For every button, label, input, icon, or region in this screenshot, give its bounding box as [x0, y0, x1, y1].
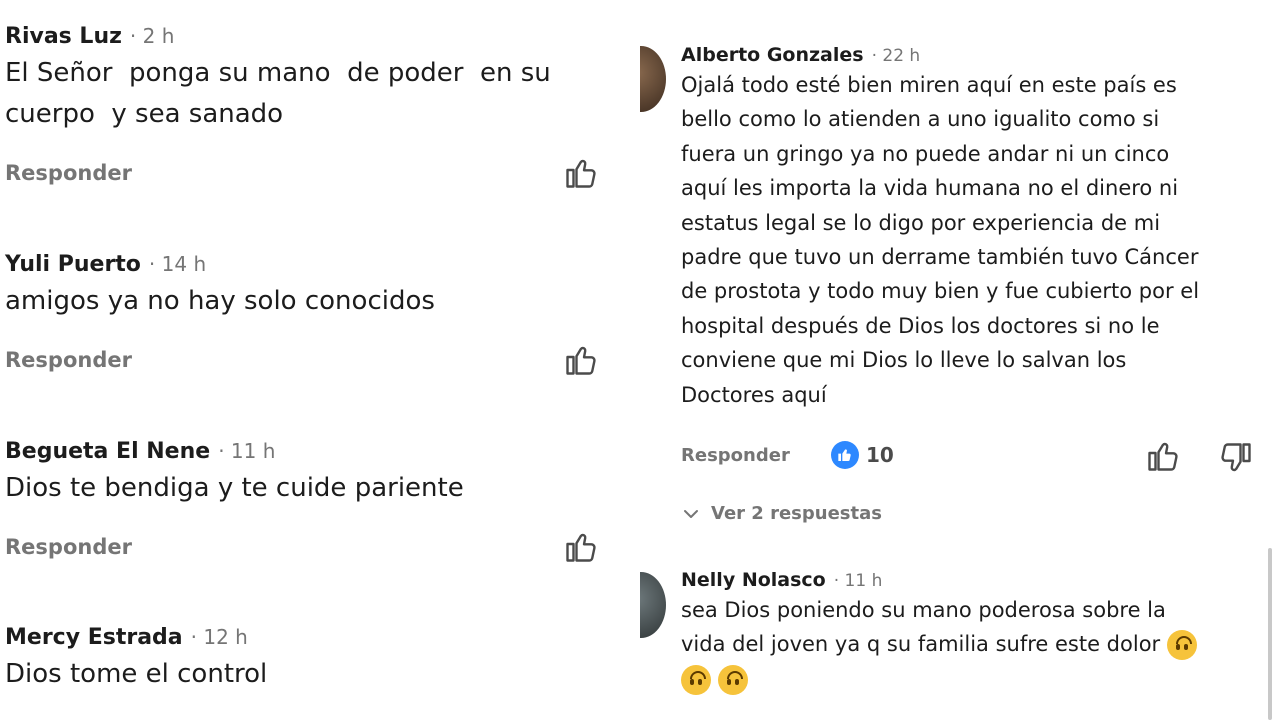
comment-time: · 11 h [833, 571, 883, 591]
avatar[interactable] [640, 572, 666, 638]
view-replies-link[interactable]: Ver 2 respuestas [681, 503, 882, 524]
comment-alberto-gonzales: Alberto Gonzales · 22 h Ojalá todo esté … [681, 44, 1271, 412]
commenter-name[interactable]: Nelly Nolasco [681, 569, 826, 591]
comment-time: · 11 h [218, 439, 276, 463]
comment-text: Dios tome el control [5, 659, 268, 689]
comment-actions: Responder [5, 533, 605, 575]
comment-mercy-estrada: Mercy Estrada · 12 h Dios tome el contro… [5, 625, 605, 695]
left-comments-panel: Rivas Luz · 2 h El Señor ponga su mano d… [0, 0, 620, 720]
comment-header: Yuli Puerto · 14 h [5, 252, 605, 277]
commenter-name[interactable]: Alberto Gonzales [681, 44, 864, 66]
reaction-summary[interactable]: 10 [831, 441, 894, 469]
chevron-down-icon [684, 509, 698, 518]
commenter-name[interactable]: Yuli Puerto [5, 252, 141, 277]
like-icon[interactable] [563, 342, 599, 378]
comment-actions: Responder [5, 159, 605, 201]
comment-header: Nelly Nolasco · 11 h [681, 569, 1271, 591]
avatar[interactable] [640, 46, 666, 112]
dislike-icon[interactable] [1218, 440, 1254, 476]
comment-header: Mercy Estrada · 12 h [5, 625, 605, 650]
like-reaction-icon [831, 441, 859, 469]
comment-text: sea Dios poniendo su mano poderosa sobre… [681, 593, 1271, 696]
comment-yuli-puerto: Yuli Puerto · 14 h amigos ya no hay solo… [5, 252, 605, 388]
comment-text: Dios te bendiga y te cuide pariente [5, 473, 464, 503]
reply-button[interactable]: Responder [5, 535, 132, 559]
comment-header: Alberto Gonzales · 22 h [681, 44, 1271, 66]
reply-button[interactable]: Responder [5, 348, 132, 372]
comment-header: Rivas Luz · 2 h [5, 24, 605, 49]
comment-text: amigos ya no hay solo conocidos [5, 286, 435, 316]
dislike-icon[interactable] [1230, 0, 1260, 4]
like-icon[interactable] [1145, 438, 1181, 474]
comment-time: · 2 h [129, 24, 175, 48]
commenter-name[interactable]: Rivas Luz [5, 24, 122, 49]
reply-button[interactable]: Responder [5, 161, 132, 185]
comment-begueta-el-nene: Begueta El Nene · 11 h Dios te bendiga y… [5, 439, 605, 575]
comment-actions: Responder [5, 346, 605, 388]
like-icon[interactable] [563, 529, 599, 565]
view-replies-label: Ver 2 respuestas [711, 503, 882, 524]
comment-time: · 14 h [148, 252, 207, 276]
like-icon[interactable] [563, 155, 599, 191]
comment-header: Begueta El Nene · 11 h [5, 439, 605, 464]
commenter-name[interactable]: Mercy Estrada [5, 625, 183, 650]
comment-rivas-luz: Rivas Luz · 2 h El Señor ponga su mano d… [5, 24, 605, 201]
upside-down-face-emoji [681, 664, 711, 695]
comment-time: · 22 h [871, 46, 921, 66]
like-icon[interactable] [1155, 0, 1185, 4]
comment-text: Ojalá todo esté bien miren aquí en este … [681, 73, 1200, 407]
upside-down-face-emoji [1166, 630, 1197, 661]
upside-down-face-emoji [717, 664, 748, 695]
commenter-name[interactable]: Begueta El Nene [5, 439, 210, 464]
comment-text: El Señor ponga su mano de poder en su cu… [5, 58, 551, 129]
reply-button[interactable]: Responder [681, 445, 790, 466]
scrollbar[interactable] [1268, 548, 1272, 720]
comment-time: · 12 h [190, 625, 248, 649]
right-comments-panel: Alberto Gonzales · 22 h Ojalá todo esté … [640, 0, 1280, 720]
comment-nelly-nolasco: Nelly Nolasco · 11 h sea Dios poniendo s… [681, 569, 1271, 696]
reaction-count: 10 [866, 443, 894, 467]
